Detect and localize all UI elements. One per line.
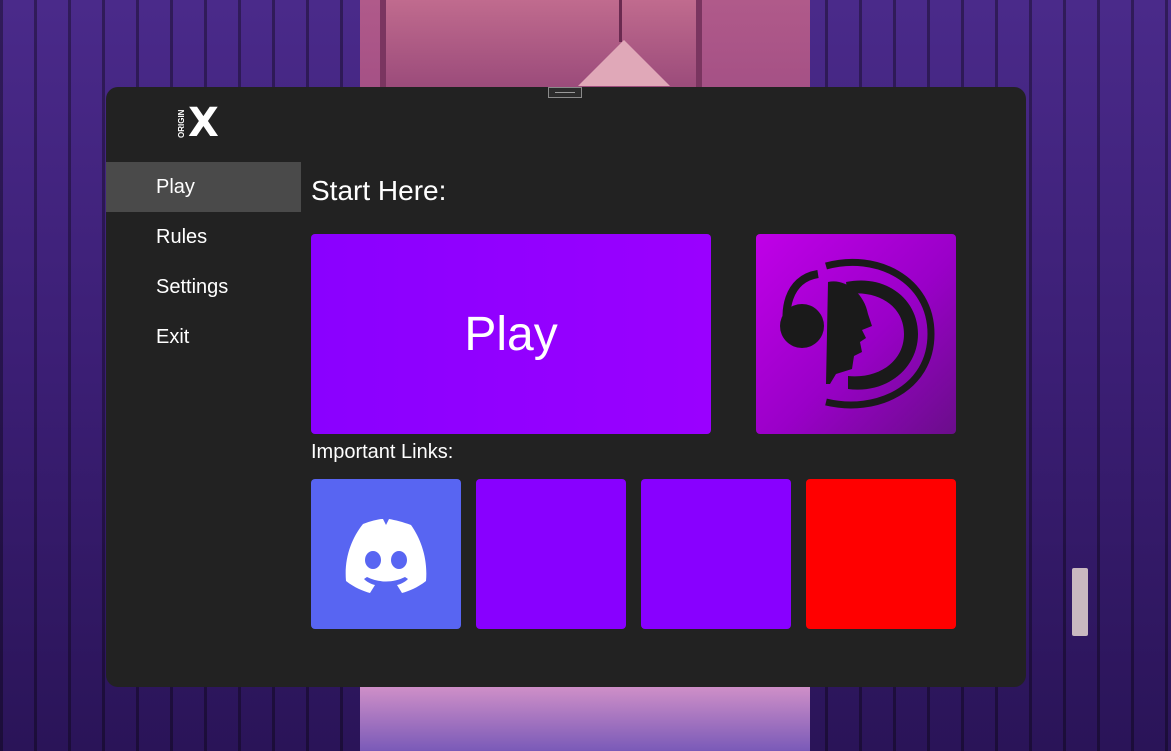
start-here-heading: Start Here: [311,175,447,206]
discord-icon [345,519,427,593]
teamspeak-icon [780,258,935,409]
sidebar: Play Rules Settings Exit [106,162,301,362]
wall-outlet [1072,568,1088,636]
launcher-window: ORIGIN X Play Rules Settings Exit Start … [106,87,1026,687]
link-button-2[interactable] [476,479,626,629]
logo-main-text: X [188,100,219,146]
play-button-label: Play [464,307,558,361]
link-button-4[interactable] [806,479,956,629]
app-logo: ORIGIN X [176,100,236,146]
sidebar-item-exit[interactable]: Exit [106,312,301,362]
logo-small-text: ORIGIN [177,109,186,139]
ceiling-lamp [578,40,670,86]
lamp-cord [619,0,622,42]
sidebar-item-play[interactable]: Play [106,162,301,212]
window-drag-handle[interactable] [548,87,582,98]
teamspeak-button[interactable] [756,234,956,434]
hallway-floor [360,686,810,751]
discord-link-button[interactable] [311,479,461,629]
sidebar-item-settings[interactable]: Settings [106,262,301,312]
link-button-3[interactable] [641,479,791,629]
play-button[interactable]: Play [311,234,711,434]
sidebar-item-rules[interactable]: Rules [106,212,301,262]
important-links-heading: Important Links: [311,441,454,463]
